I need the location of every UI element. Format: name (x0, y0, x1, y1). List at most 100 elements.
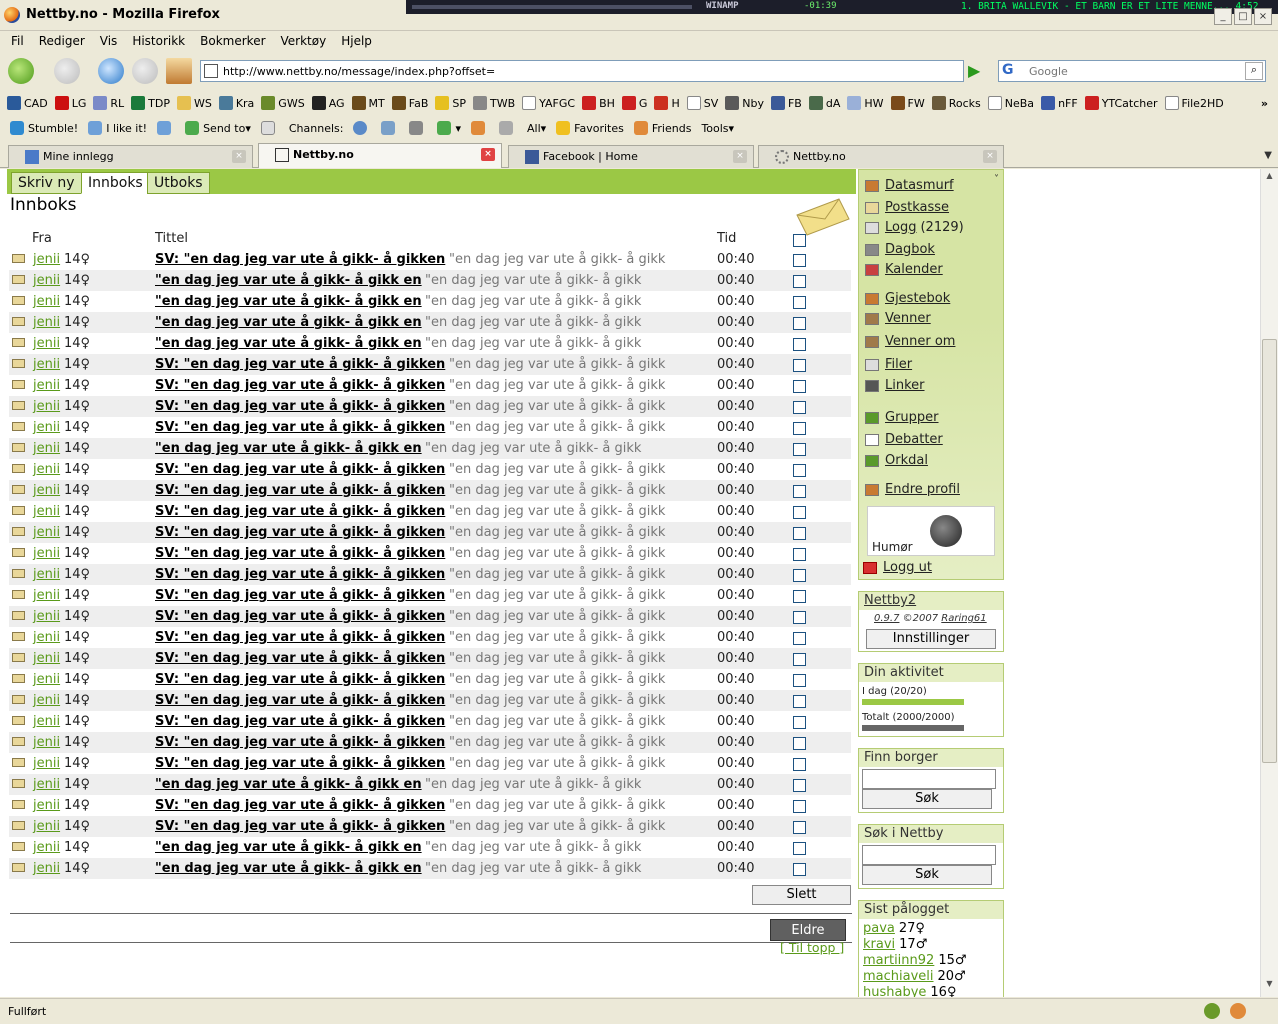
message-row[interactable]: jenii 14♀ SV: "en dag jeg var ute å gikk- … (9, 795, 851, 816)
message-sender-link[interactable]: jenii (33, 252, 60, 267)
message-checkbox[interactable] (793, 863, 806, 876)
message-title-link[interactable]: SV: "en dag jeg var ute å gikk- å gikken (155, 462, 445, 477)
message-row[interactable]: jenii 14♀ SV: "en dag jeg var ute å gikk- … (9, 753, 851, 774)
message-title-link[interactable]: SV: "en dag jeg var ute å gikk- å gikken (155, 588, 445, 603)
message-checkbox[interactable] (793, 569, 806, 582)
forward-button[interactable] (54, 58, 80, 84)
message-checkbox[interactable] (793, 254, 806, 267)
user-link[interactable]: machiaveli (863, 969, 934, 984)
older-button[interactable]: Eldre (770, 919, 846, 941)
sidebar-item-13[interactable]: Endre profil (865, 482, 960, 497)
message-checkbox[interactable] (793, 401, 806, 414)
collapse-chevron-icon[interactable]: ˅ (994, 174, 999, 185)
message-row[interactable]: jenii 14♀ "en dag jeg var ute å gikk- å gi… (9, 270, 851, 291)
comment-button[interactable] (260, 121, 279, 135)
favorites-button[interactable]: Favorites (556, 121, 624, 135)
message-sender-link[interactable]: jenii (33, 840, 60, 855)
bookmark-15[interactable]: H (654, 96, 680, 110)
sidebar-item-2[interactable]: Logg (2129) (865, 220, 964, 235)
bookmark-18[interactable]: FB (770, 96, 802, 110)
dislike-button[interactable] (157, 121, 175, 135)
message-checkbox[interactable] (793, 296, 806, 309)
message-title-link[interactable]: SV: "en dag jeg var ute å gikk- å gikken (155, 567, 445, 582)
settings-button[interactable]: Innstillinger (866, 629, 996, 649)
message-checkbox[interactable] (793, 737, 806, 750)
message-title-link[interactable]: SV: "en dag jeg var ute å gikk- å gikken (155, 378, 445, 393)
message-row[interactable]: jenii 14♀ SV: "en dag jeg var ute å gikk- … (9, 711, 851, 732)
message-title-link[interactable]: SV: "en dag jeg var ute å gikk- å gikken (155, 714, 445, 729)
logout-link[interactable]: Logg ut (863, 560, 932, 575)
message-title-link[interactable]: SV: "en dag jeg var ute å gikk- å gikken (155, 651, 445, 666)
message-sender-link[interactable]: jenii (33, 777, 60, 792)
message-sender-link[interactable]: jenii (33, 693, 60, 708)
message-checkbox[interactable] (793, 338, 806, 351)
message-row[interactable]: jenii 14♀ SV: "en dag jeg var ute å gikk- … (9, 354, 851, 375)
channel-photos[interactable] (381, 121, 399, 135)
message-sender-link[interactable]: jenii (33, 861, 60, 876)
message-row[interactable]: jenii 14♀ SV: "en dag jeg var ute å gikk- … (9, 501, 851, 522)
message-row[interactable]: jenii 14♀ SV: "en dag jeg var ute å gikk- … (9, 816, 851, 837)
message-checkbox[interactable] (793, 548, 806, 561)
message-checkbox[interactable] (793, 485, 806, 498)
sidebar-item-0[interactable]: Datasmurf (865, 178, 954, 193)
tab-nettby-loading[interactable]: Nettby.no × (758, 145, 1004, 168)
bookmark-16[interactable]: SV (686, 96, 718, 110)
user-link[interactable]: hushabye (863, 985, 926, 997)
message-sender-link[interactable]: jenii (33, 798, 60, 813)
bookmark-10[interactable]: SP (435, 96, 466, 110)
message-sender-link[interactable]: jenii (33, 567, 60, 582)
select-all-checkbox[interactable] (793, 234, 806, 247)
message-row[interactable]: jenii 14♀ SV: "en dag jeg var ute å gikk- … (9, 543, 851, 564)
message-title-link[interactable]: SV: "en dag jeg var ute å gikk- å gikken (155, 504, 445, 519)
tab-close-icon[interactable]: × (481, 148, 495, 161)
message-checkbox[interactable] (793, 359, 806, 372)
message-row[interactable]: jenii 14♀ "en dag jeg var ute å gikk- å gi… (9, 858, 851, 879)
message-checkbox[interactable] (793, 527, 806, 540)
like-button[interactable]: I like it! (88, 121, 147, 135)
message-title-link[interactable]: "en dag jeg var ute å gikk- å gikk en (155, 315, 422, 330)
url-input[interactable] (223, 63, 943, 79)
menu-item-0[interactable]: Fil (11, 31, 24, 51)
message-checkbox[interactable] (793, 758, 806, 771)
monkey-status-icon[interactable] (1230, 1003, 1246, 1019)
message-sender-link[interactable]: jenii (33, 504, 60, 519)
message-row[interactable]: jenii 14♀ SV: "en dag jeg var ute å gikk- … (9, 480, 851, 501)
vertical-scrollbar[interactable]: ▲ ▼ (1260, 169, 1278, 997)
channel-video[interactable] (409, 121, 427, 135)
message-sender-link[interactable]: jenii (33, 819, 60, 834)
sidebar-item-5[interactable]: Gjestebok (865, 291, 950, 306)
winamp-bar[interactable]: WINAMP -01:39 1. BRITA WALLEVIK - ET BAR… (406, 0, 1278, 14)
stumble-button[interactable]: Stumble! (10, 121, 78, 135)
message-title-link[interactable]: SV: "en dag jeg var ute å gikk- å gikken (155, 756, 445, 771)
bookmark-6[interactable]: GWS (261, 96, 305, 110)
message-row[interactable]: jenii 14♀ SV: "en dag jeg var ute å gikk- … (9, 522, 851, 543)
nettby2-title[interactable]: Nettby2 (859, 592, 1003, 610)
sidebar-item-10[interactable]: Grupper (865, 410, 939, 425)
message-checkbox[interactable] (793, 275, 806, 288)
message-checkbox[interactable] (793, 506, 806, 519)
minimize-button[interactable]: _ (1214, 8, 1232, 25)
user-link[interactable]: martiinn92 (863, 953, 934, 968)
bookmark-22[interactable]: Rocks (931, 96, 981, 110)
message-row[interactable]: jenii 14♀ "en dag jeg var ute å gikk- å gi… (9, 774, 851, 795)
message-row[interactable]: jenii 14♀ SV: "en dag jeg var ute å gikk- … (9, 648, 851, 669)
message-sender-link[interactable]: jenii (33, 756, 60, 771)
message-sender-link[interactable]: jenii (33, 651, 60, 666)
bookmark-24[interactable]: nFF (1041, 96, 1078, 110)
tab-close-icon[interactable]: × (232, 150, 246, 163)
message-row[interactable]: jenii 14♀ SV: "en dag jeg var ute å gikk- … (9, 564, 851, 585)
maximize-button[interactable]: □ (1234, 8, 1252, 25)
message-sender-link[interactable]: jenii (33, 399, 60, 414)
message-sender-link[interactable]: jenii (33, 735, 60, 750)
message-title-link[interactable]: SV: "en dag jeg var ute å gikk- å gikken (155, 483, 445, 498)
message-sender-link[interactable]: jenii (33, 546, 60, 561)
message-row[interactable]: jenii 14♀ SV: "en dag jeg var ute å gikk- … (9, 375, 851, 396)
message-checkbox[interactable] (793, 779, 806, 792)
message-checkbox[interactable] (793, 842, 806, 855)
message-sender-link[interactable]: jenii (33, 441, 60, 456)
message-title-link[interactable]: SV: "en dag jeg var ute å gikk- å gikken (155, 672, 445, 687)
message-checkbox[interactable] (793, 317, 806, 330)
message-checkbox[interactable] (793, 821, 806, 834)
message-checkbox[interactable] (793, 674, 806, 687)
home-button[interactable] (166, 58, 192, 84)
